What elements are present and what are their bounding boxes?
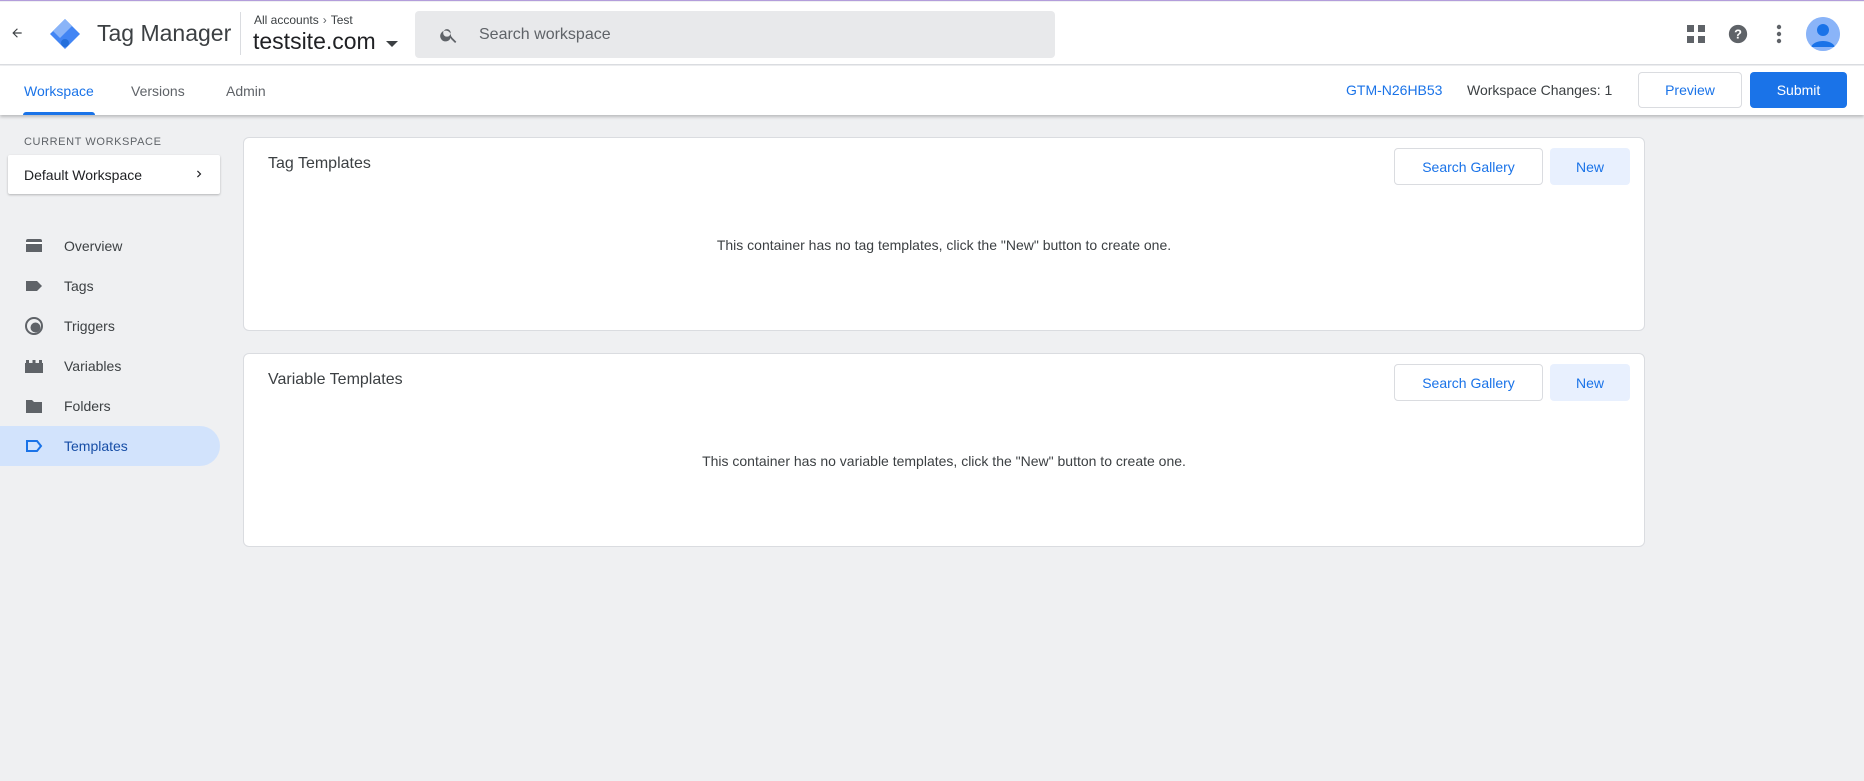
sidebar-item-folders[interactable]: Folders (0, 386, 220, 426)
sidebar-item-templates[interactable]: Templates (0, 426, 220, 466)
sidebar-item-label: Templates (64, 438, 128, 454)
account-avatar[interactable] (1806, 17, 1840, 51)
sidebar-item-variables[interactable]: Variables (0, 346, 220, 386)
overview-icon (24, 236, 44, 256)
sidebar-item-label: Folders (64, 398, 111, 414)
more-vert-icon[interactable] (1767, 22, 1791, 46)
tag-templates-search-gallery-button[interactable]: Search Gallery (1394, 148, 1543, 185)
sidebar-item-overview[interactable]: Overview (0, 226, 220, 266)
workspace-name: Default Workspace (24, 166, 143, 183)
tag-icon (24, 276, 44, 296)
search-bar[interactable] (415, 11, 1055, 58)
template-icon (24, 436, 44, 456)
top-app-bar: Tag Manager All accounts › Test testsite… (0, 2, 1864, 65)
container-name: testsite.com (253, 28, 376, 54)
sidebar-item-triggers[interactable]: Triggers (0, 306, 220, 346)
tab-admin[interactable]: Admin (226, 66, 266, 115)
apps-grid-icon[interactable] (1684, 22, 1708, 46)
chevron-right-icon (192, 167, 206, 181)
breadcrumb-account[interactable]: Test (331, 13, 353, 27)
workspace-changes-count: Workspace Changes: 1 (1467, 82, 1613, 98)
sidebar-item-label: Overview (64, 238, 123, 254)
svg-text:?: ? (1734, 27, 1742, 42)
sidebar-item-label: Triggers (64, 318, 115, 334)
back-arrow-icon[interactable] (6, 22, 28, 44)
empty-state-message: This container has no tag templates, cli… (716, 237, 1172, 253)
variable-templates-new-button[interactable]: New (1550, 364, 1630, 401)
breadcrumb-all-accounts[interactable]: All accounts (254, 13, 319, 27)
submit-button[interactable]: Submit (1750, 72, 1847, 108)
card-title: Variable Templates (268, 371, 403, 388)
help-icon[interactable]: ? (1726, 22, 1750, 46)
trigger-icon (24, 316, 44, 336)
search-input[interactable] (479, 11, 1039, 58)
sidebar-item-label: Tags (64, 278, 94, 294)
tab-versions[interactable]: Versions (131, 66, 185, 115)
current-workspace-label: CURRENT WORKSPACE (24, 136, 162, 148)
app-title: Tag Manager (97, 20, 232, 46)
search-icon (439, 25, 459, 45)
breadcrumb: All accounts › Test (254, 13, 353, 27)
workspace-selector[interactable]: Default Workspace (8, 155, 220, 194)
sidebar-item-tags[interactable]: Tags (0, 266, 220, 306)
tag-manager-logo (48, 17, 82, 51)
sidebar-item-label: Variables (64, 358, 122, 374)
workspace-subnav: Workspace Versions Admin GTM-N26HB53 Wor… (0, 66, 1864, 115)
breadcrumb-chevron-icon: › (322, 13, 327, 27)
card-title: Tag Templates (268, 155, 371, 172)
tag-templates-new-button[interactable]: New (1550, 148, 1630, 185)
variables-icon (24, 356, 44, 376)
dropdown-caret-icon (385, 40, 398, 47)
preview-button[interactable]: Preview (1638, 72, 1742, 108)
variable-templates-card: Variable Templates Search Gallery New Th… (243, 353, 1645, 547)
tab-workspace[interactable]: Workspace (23, 66, 95, 115)
header-divider (240, 12, 241, 55)
empty-state-message: This container has no variable templates… (702, 453, 1186, 469)
folder-icon (24, 396, 44, 416)
container-selector[interactable]: testsite.com (253, 28, 398, 55)
variable-templates-search-gallery-button[interactable]: Search Gallery (1394, 364, 1543, 401)
container-id-link[interactable]: GTM-N26HB53 (1346, 82, 1442, 98)
tag-templates-card: Tag Templates Search Gallery New This co… (243, 137, 1645, 331)
